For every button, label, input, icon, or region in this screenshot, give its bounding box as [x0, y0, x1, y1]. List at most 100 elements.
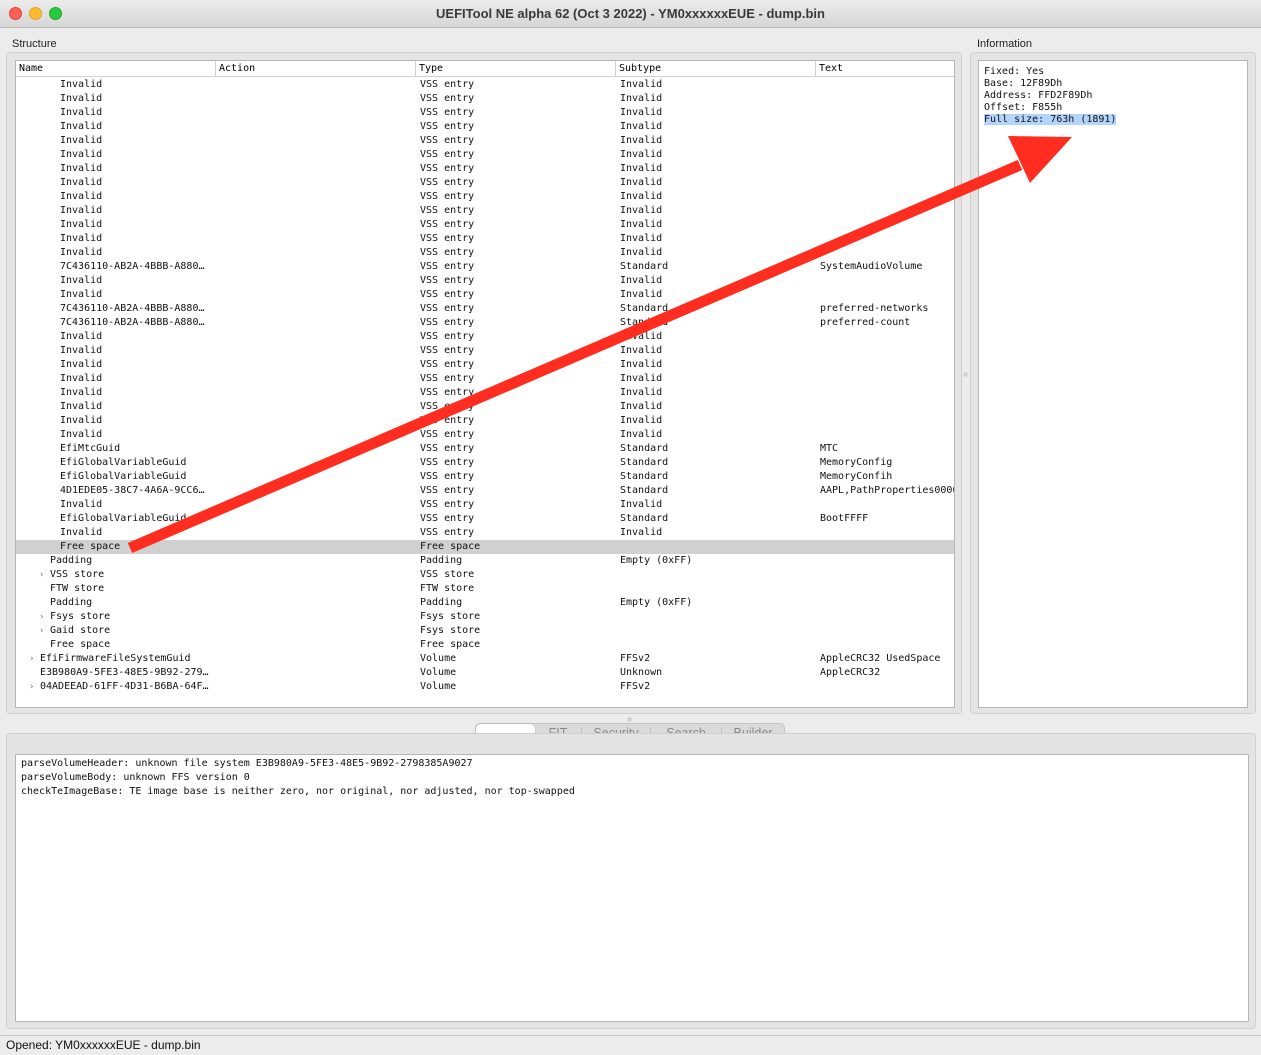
row-type: VSS entry	[420, 289, 475, 300]
row-type: VSS entry	[420, 163, 475, 174]
tree-row[interactable]: Invalid VSS entry Invalid	[16, 92, 954, 106]
tree-row[interactable]: 7C436110-AB2A-4BBB-A880… VSS entry Standar…	[16, 316, 954, 330]
message-line[interactable]: parseVolumeHeader: unknown file system E…	[21, 757, 1248, 771]
row-name: Invalid	[60, 191, 103, 202]
row-subtype: Invalid	[620, 205, 663, 216]
tree-row[interactable]: Invalid VSS entry Invalid	[16, 358, 954, 372]
row-name: FTW store	[50, 583, 105, 594]
tree-row[interactable]: Invalid VSS entry Invalid	[16, 428, 954, 442]
row-text: AAPL,PathProperties0000	[820, 485, 955, 496]
row-type: VSS entry	[420, 233, 475, 244]
row-name: Invalid	[60, 135, 103, 146]
tree-row[interactable]: Invalid VSS entry Invalid	[16, 526, 954, 540]
row-name: Invalid	[60, 219, 103, 230]
tree-row[interactable]: Invalid VSS entry Invalid	[16, 218, 954, 232]
tree-row[interactable]: EfiGlobalVariableGuid VSS entry Standard Me…	[16, 456, 954, 470]
row-type: VSS entry	[420, 107, 475, 118]
row-type: Volume	[420, 681, 457, 692]
tree-row[interactable]: Invalid VSS entry Invalid	[16, 372, 954, 386]
tree-row[interactable]: 7C436110-AB2A-4BBB-A880… VSS entry Standar…	[16, 302, 954, 316]
tree-row[interactable]: Invalid VSS entry Invalid	[16, 106, 954, 120]
tree-row[interactable]: E3B980A9-5FE3-48E5-9B92-279… Volume Unknow…	[16, 666, 954, 680]
row-type: VSS entry	[420, 79, 475, 90]
tree-row[interactable]: Invalid VSS entry Invalid	[16, 232, 954, 246]
tree-row[interactable]: EfiGlobalVariableGuid VSS entry Standard Me…	[16, 470, 954, 484]
chevron-right-icon[interactable]: ›	[29, 680, 34, 694]
tree-row[interactable]: › Gaid store Fsys store	[16, 624, 954, 638]
tree-row[interactable]: Invalid VSS entry Invalid	[16, 414, 954, 428]
row-text: preferred-count	[820, 317, 911, 328]
tree-row[interactable]: EfiMtcGuid VSS entry Standard MTC	[16, 442, 954, 456]
tree-row[interactable]: Invalid VSS entry Invalid	[16, 176, 954, 190]
info-line-text: Offset: F855h	[984, 102, 1063, 113]
tree-row[interactable]: Invalid VSS entry Invalid	[16, 246, 954, 260]
row-type: VSS entry	[420, 359, 475, 370]
tree-row[interactable]: Invalid VSS entry Invalid	[16, 204, 954, 218]
tree-row[interactable]: FTW store FTW store	[16, 582, 954, 596]
tree-row[interactable]: › VSS store VSS store	[16, 568, 954, 582]
tree-row[interactable]: Invalid VSS entry Invalid	[16, 344, 954, 358]
tree-row[interactable]: Invalid VSS entry Invalid	[16, 330, 954, 344]
chevron-right-icon[interactable]: ›	[39, 568, 44, 582]
tree-row[interactable]: Free space Free space	[16, 638, 954, 652]
tree-row[interactable]: Free space Free space	[16, 540, 954, 554]
information-text[interactable]: Fixed: Yes Base: 12F89Dh Address: FFD2F89D…	[978, 60, 1248, 708]
tree-row[interactable]: Invalid VSS entry Invalid	[16, 162, 954, 176]
row-name: 7C436110-AB2A-4BBB-A880…	[60, 303, 205, 314]
tree-row[interactable]: Invalid VSS entry Invalid	[16, 190, 954, 204]
tree-row[interactable]: 7C436110-AB2A-4BBB-A880… VSS entry Standar…	[16, 260, 954, 274]
chevron-right-icon[interactable]: ›	[29, 652, 34, 666]
tree-row[interactable]: Invalid VSS entry Invalid	[16, 148, 954, 162]
tree-row[interactable]: Invalid VSS entry Invalid	[16, 274, 954, 288]
row-name: Padding	[50, 597, 93, 608]
tree-row[interactable]: Invalid VSS entry Invalid	[16, 134, 954, 148]
tree-row[interactable]: Padding Padding Empty (0xFF)	[16, 554, 954, 568]
status-bar: Opened: YM0xxxxxxEUE - dump.bin	[0, 1035, 1261, 1055]
tree-row[interactable]: EfiGlobalVariableGuid VSS entry Standard Bo…	[16, 512, 954, 526]
message-line[interactable]: parseVolumeBody: unknown FFS version 0	[21, 771, 1248, 785]
row-type: VSS entry	[420, 527, 475, 538]
chevron-right-icon[interactable]: ›	[39, 624, 44, 638]
tree-row[interactable]: › 04ADEEAD-61FF-4D31-B6BA-64F… Volume FFSv2	[16, 680, 954, 694]
row-subtype: Invalid	[620, 177, 663, 188]
column-header-type[interactable]: Type	[416, 61, 616, 77]
vertical-splitter-handle[interactable]	[627, 717, 632, 722]
row-name: Invalid	[60, 247, 103, 258]
row-name: Invalid	[60, 149, 103, 160]
splitter-handle[interactable]	[963, 372, 968, 377]
row-type: Free space	[420, 639, 481, 650]
message-line[interactable]: checkTeImageBase: TE image base is neith…	[21, 785, 1248, 799]
information-panel: Fixed: Yes Base: 12F89Dh Address: FFD2F89D…	[970, 52, 1256, 714]
structure-tree[interactable]: Name Action Type Subtype Text Invalid VSS…	[15, 60, 955, 708]
row-name: Invalid	[60, 121, 103, 132]
row-type: VSS entry	[420, 205, 475, 216]
row-name: 04ADEEAD-61FF-4D31-B6BA-64F…	[40, 681, 209, 692]
row-type: VSS entry	[420, 345, 475, 356]
row-name: Invalid	[60, 93, 103, 104]
tree-row[interactable]: Padding Padding Empty (0xFF)	[16, 596, 954, 610]
tree-row[interactable]: Invalid VSS entry Invalid	[16, 498, 954, 512]
row-type: VSS entry	[420, 303, 475, 314]
window-title: UEFITool NE alpha 62 (Oct 3 2022) - YM0x…	[436, 6, 825, 21]
chevron-right-icon[interactable]: ›	[39, 610, 44, 624]
row-subtype: Invalid	[620, 345, 663, 356]
column-header-name[interactable]: Name	[16, 61, 216, 77]
row-subtype: Invalid	[620, 401, 663, 412]
tree-row[interactable]: Invalid VSS entry Invalid	[16, 386, 954, 400]
tree-row[interactable]: Invalid VSS entry Invalid	[16, 120, 954, 134]
tree-row[interactable]: Invalid VSS entry Invalid	[16, 78, 954, 92]
row-name: Gaid store	[50, 625, 111, 636]
messages-list[interactable]: parseVolumeHeader: unknown file system E…	[15, 754, 1249, 1022]
row-type: VSS entry	[420, 247, 475, 258]
structure-panel: Name Action Type Subtype Text Invalid VSS…	[6, 52, 962, 714]
column-header-text[interactable]: Text	[816, 61, 954, 77]
tree-row[interactable]: Invalid VSS entry Invalid	[16, 400, 954, 414]
column-header-subtype[interactable]: Subtype	[616, 61, 816, 77]
tree-row[interactable]: Invalid VSS entry Invalid	[16, 288, 954, 302]
tree-row[interactable]: › Fsys store Fsys store	[16, 610, 954, 624]
tree-row[interactable]: › EfiFirmwareFileSystemGuid Volume FFSv2 App…	[16, 652, 954, 666]
tree-rows: Invalid VSS entry Invalid Invalid VSS entry I…	[16, 78, 955, 694]
row-name: 7C436110-AB2A-4BBB-A880…	[60, 261, 205, 272]
tree-row[interactable]: 4D1EDE05-38C7-4A6A-9CC6… VSS entry Standar…	[16, 484, 955, 498]
column-header-action[interactable]: Action	[216, 61, 416, 77]
